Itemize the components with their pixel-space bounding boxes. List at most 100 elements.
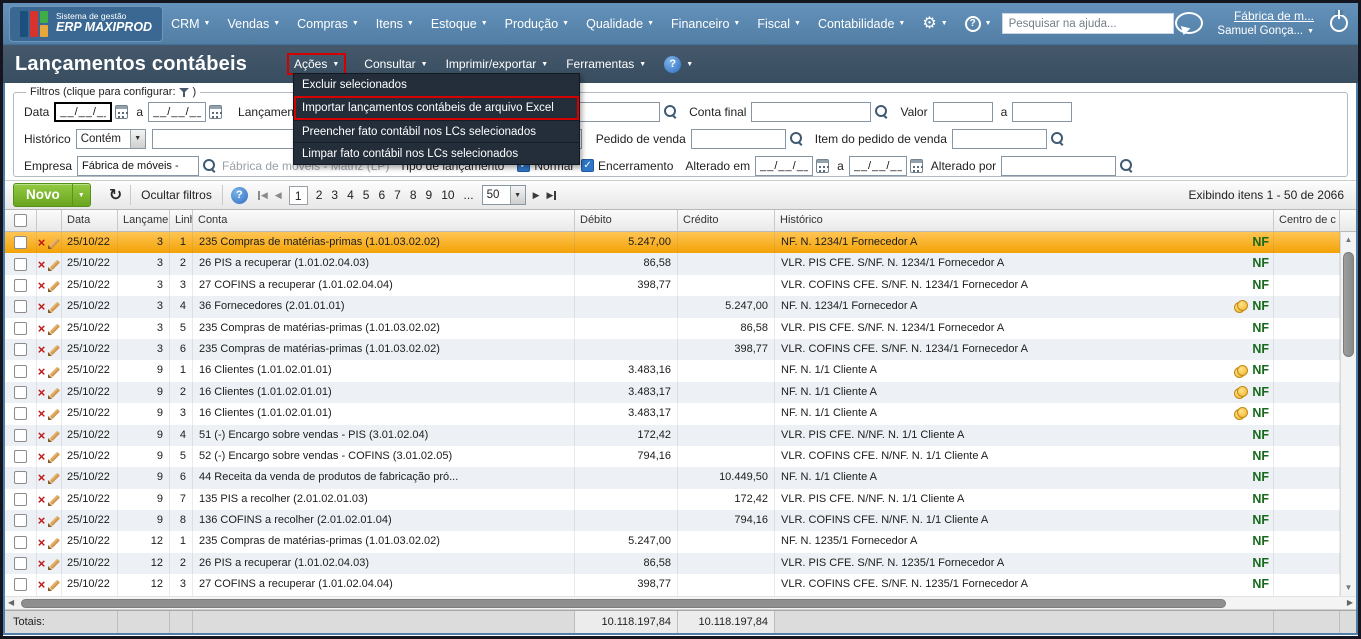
nf-badge[interactable]: NF bbox=[1252, 382, 1269, 403]
page-5[interactable]: 5 bbox=[362, 188, 371, 202]
delete-row-icon[interactable]: × bbox=[38, 578, 46, 591]
page-4[interactable]: 4 bbox=[346, 188, 355, 202]
col-lancamento[interactable]: Lançamento bbox=[118, 210, 170, 231]
col-credito[interactable]: Crédito bbox=[678, 210, 775, 231]
topbar-menu-itens[interactable]: Itens ▼ bbox=[376, 17, 414, 31]
imprimir-exportar-menu-button[interactable]: Imprimir/exportar ▼ bbox=[446, 57, 549, 71]
table-row[interactable]: × 25/10/22 9 4 51 (-) Encargo sobre vendas -… bbox=[5, 424, 1356, 446]
delete-row-icon[interactable]: × bbox=[38, 407, 46, 420]
edit-row-icon[interactable] bbox=[47, 322, 60, 335]
scroll-right-icon[interactable]: ▶ bbox=[1347, 597, 1353, 609]
menu-item-importar-lancamentos-excel[interactable]: Importar lançamentos contábeis de arquiv… bbox=[294, 96, 579, 120]
novo-button[interactable]: Novo ▼ bbox=[13, 183, 91, 207]
pedido-venda-input[interactable] bbox=[690, 128, 786, 149]
edit-row-icon[interactable] bbox=[47, 493, 60, 506]
row-checkbox[interactable] bbox=[14, 385, 27, 399]
page-size-select[interactable]: 50 ▼ bbox=[481, 185, 526, 205]
table-row[interactable]: × 25/10/22 9 3 16 Clientes (1.01.02.01.01) 3.… bbox=[5, 403, 1356, 425]
nf-badge[interactable]: NF bbox=[1252, 510, 1269, 531]
nf-badge[interactable]: NF bbox=[1252, 275, 1269, 296]
nf-badge[interactable]: NF bbox=[1252, 467, 1269, 488]
page-6[interactable]: 6 bbox=[377, 188, 386, 202]
topbar-menu-producao[interactable]: Produção ▼ bbox=[505, 17, 569, 31]
row-checkbox[interactable] bbox=[14, 236, 27, 250]
nf-badge[interactable]: NF bbox=[1252, 296, 1269, 317]
page-help-button[interactable]: ? ▼ bbox=[664, 55, 693, 73]
page-8[interactable]: 8 bbox=[409, 188, 418, 202]
select-all-checkbox[interactable] bbox=[14, 214, 27, 227]
topbar-menu-vendas[interactable]: Vendas ▼ bbox=[227, 17, 280, 31]
table-row[interactable]: × 25/10/22 9 7 135 PIS a recolher (2.01.02.0… bbox=[5, 488, 1356, 511]
table-row[interactable]: × 25/10/22 3 6 235 Compras de matérias-prima… bbox=[5, 338, 1356, 361]
delete-row-icon[interactable]: × bbox=[38, 450, 46, 463]
chat-bubble-icon[interactable] bbox=[1175, 12, 1204, 35]
edit-row-icon[interactable] bbox=[47, 407, 60, 421]
edit-row-icon[interactable] bbox=[47, 429, 60, 442]
row-checkbox[interactable] bbox=[14, 450, 27, 464]
page-10[interactable]: 10 bbox=[440, 188, 455, 202]
table-row[interactable]: × 25/10/22 12 2 26 PIS a recuperar (1.01.02.… bbox=[5, 552, 1356, 575]
edit-row-icon[interactable] bbox=[47, 236, 60, 250]
calendar-icon[interactable] bbox=[909, 158, 923, 173]
delete-row-icon[interactable]: × bbox=[38, 322, 46, 335]
search-icon[interactable] bbox=[789, 131, 804, 146]
col-historico[interactable]: Histórico bbox=[775, 210, 1274, 231]
edit-row-icon[interactable] bbox=[47, 279, 60, 292]
menu-item-excluir-selecionados[interactable]: Excluir selecionados bbox=[294, 74, 579, 96]
ocultar-filtros-button[interactable]: Ocultar filtros bbox=[131, 184, 222, 206]
scroll-up-icon[interactable]: ▲ bbox=[1341, 233, 1356, 247]
nf-badge[interactable]: NF bbox=[1252, 253, 1269, 274]
horizontal-scroll-thumb[interactable] bbox=[21, 598, 1226, 608]
menu-item-preencher-fato-contabil[interactable]: Preencher fato contábil nos LCs selecion… bbox=[294, 120, 579, 142]
nf-badge[interactable]: NF bbox=[1252, 403, 1269, 424]
edit-row-icon[interactable] bbox=[47, 450, 60, 464]
table-row[interactable]: × 25/10/22 9 5 52 (-) Encargo sobre vendas -… bbox=[5, 445, 1356, 468]
alterado-em-final-input[interactable] bbox=[848, 155, 907, 176]
help-search-input[interactable] bbox=[1001, 13, 1174, 34]
row-checkbox[interactable] bbox=[14, 343, 27, 357]
calendar-icon[interactable] bbox=[209, 104, 223, 119]
table-row[interactable]: × 25/10/22 3 3 27 COFINS a recuperar (1.01.0… bbox=[5, 274, 1356, 297]
valor-inicial-input[interactable] bbox=[932, 101, 993, 122]
search-icon[interactable] bbox=[663, 104, 678, 119]
col-centro-custo[interactable]: Centro de c bbox=[1274, 210, 1340, 231]
delete-row-icon[interactable]: × bbox=[38, 514, 46, 527]
calendar-icon[interactable] bbox=[816, 158, 830, 173]
table-row[interactable]: × 25/10/22 3 4 36 Fornecedores (2.01.01.01) 5… bbox=[5, 296, 1356, 318]
nf-badge[interactable]: NF bbox=[1252, 318, 1269, 339]
prev-page-icon[interactable]: ◀ bbox=[275, 190, 282, 201]
row-checkbox[interactable] bbox=[14, 557, 27, 571]
delete-row-icon[interactable]: × bbox=[38, 493, 46, 506]
edit-row-icon[interactable] bbox=[47, 471, 60, 485]
row-checkbox[interactable] bbox=[14, 364, 27, 378]
user-menu[interactable]: Samuel Gonça... ▼ bbox=[1217, 24, 1314, 40]
page-2[interactable]: 2 bbox=[315, 188, 324, 202]
consultar-menu-button[interactable]: Consultar ▼ bbox=[364, 57, 427, 71]
delete-row-icon[interactable]: × bbox=[38, 557, 46, 570]
vertical-scrollbar[interactable]: ▲ ▼ bbox=[1340, 232, 1356, 596]
grid-help-icon[interactable]: ? bbox=[230, 186, 248, 204]
topbar-menu-crm[interactable]: CRM ▼ bbox=[171, 17, 210, 31]
encerramento-checkbox[interactable]: ✓ bbox=[581, 159, 595, 172]
acoes-menu-button[interactable]: Ações ▼ bbox=[287, 53, 347, 75]
delete-row-icon[interactable]: × bbox=[38, 236, 46, 249]
delete-row-icon[interactable]: × bbox=[38, 279, 46, 292]
valor-final-input[interactable] bbox=[1012, 101, 1073, 122]
conta-final-input[interactable] bbox=[751, 101, 872, 122]
edit-row-icon[interactable] bbox=[47, 365, 60, 378]
table-row[interactable]: × 25/10/22 12 3 27 COFINS a recuperar (1.01.… bbox=[5, 574, 1356, 596]
search-icon[interactable] bbox=[874, 104, 889, 119]
col-linha[interactable]: Linha bbox=[170, 210, 193, 231]
table-row[interactable]: × 25/10/22 9 8 136 COFINS a recolher (2.01.0… bbox=[5, 510, 1356, 532]
ferramentas-menu-button[interactable]: Ferramentas ▼ bbox=[566, 57, 646, 71]
col-data[interactable]: Data bbox=[62, 210, 118, 231]
table-row[interactable]: × 25/10/22 9 6 44 Receita da venda de produt… bbox=[5, 467, 1356, 489]
empresa-input[interactable] bbox=[77, 155, 200, 176]
topbar-menu-contabilidade[interactable]: Contabilidade ▼ bbox=[818, 17, 905, 31]
delete-row-icon[interactable]: × bbox=[38, 258, 46, 271]
row-checkbox[interactable] bbox=[14, 578, 27, 592]
col-conta[interactable]: Conta bbox=[193, 210, 575, 231]
table-row[interactable]: × 25/10/22 12 1 235 Compras de matérias-prim… bbox=[5, 531, 1356, 553]
row-checkbox[interactable] bbox=[14, 257, 27, 271]
page-1-current[interactable]: 1 bbox=[288, 185, 308, 205]
